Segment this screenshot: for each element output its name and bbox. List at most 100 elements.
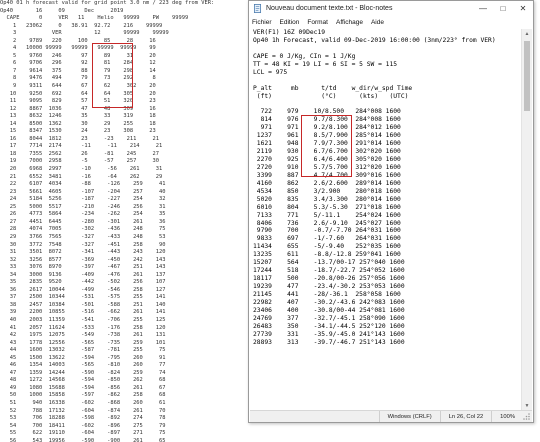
raw-line: 8 9476 494 79 73 292 8 xyxy=(0,75,156,82)
editor-line: 27739 331 -35.9/-45.0 241°143 1600 xyxy=(253,330,405,338)
raw-line: 9 9311 644 67 62 302 20 xyxy=(0,83,156,90)
editor-line: 2720 910 5.7/5.700 312°020 1600 xyxy=(253,163,401,171)
editor-line: 6010 804 5.3/-5.30 271°018 1600 xyxy=(253,203,401,211)
raw-line: 51 940 16338 -602 -868 260 61 xyxy=(0,399,166,406)
raw-line: CAPE 0 VER 11 Helio 99999 PW 99999 xyxy=(0,15,189,22)
raw-line: 45 1500 13622 -594 -795 260 91 xyxy=(0,354,166,361)
status-bar: Windows (CRLF) Ln 26, Col 22 100% xyxy=(250,410,532,422)
raw-line: Op40 16 09 Dec 2019 xyxy=(0,7,124,14)
raw-line: 1 23062 0 38.91 92.72 216 99999 xyxy=(0,22,163,29)
raw-line: 19 7000 2958 -5 -57 257 30 xyxy=(0,158,160,165)
raw-line: 12 8867 1036 47 48 309 16 xyxy=(0,105,156,112)
raw-line: 24 5184 5256 -187 -227 254 32 xyxy=(0,196,166,203)
editor-line: 1621 948 7.9/7.300 291°014 1600 xyxy=(253,140,401,148)
status-line-endings: Windows (CRLF) xyxy=(378,411,440,422)
menu-view[interactable]: Affichage xyxy=(336,19,363,26)
raw-line: 21 6552 3481 -16 -64 262 29 xyxy=(0,173,163,180)
notepad-app-icon xyxy=(253,4,262,13)
notepad-window[interactable]: Nouveau document texte.txt - Bloc-notes … xyxy=(248,0,534,423)
maximize-icon[interactable]: □ xyxy=(493,1,513,16)
menu-format[interactable]: Format xyxy=(307,19,328,26)
editor-line: 5020 835 3.4/3.300 280°014 1600 xyxy=(253,195,401,203)
raw-line: 54 700 18411 -602 -896 275 79 xyxy=(0,422,166,429)
raw-line: 18 7355 2562 26 -81 245 27 xyxy=(0,150,160,157)
raw-line: 2 9789 220 100 85 28 16 xyxy=(0,37,156,44)
raw-line: 35 2835 9520 -442 -502 256 107 xyxy=(0,279,166,286)
raw-line: 26 4773 5864 -234 -262 254 35 xyxy=(0,211,166,218)
editor-line: 21145 441 -28/-36.1 258°058 1600 xyxy=(253,290,401,298)
resize-grip-icon[interactable] xyxy=(523,412,531,421)
editor-line: 2270 925 6.4/6.400 305°020 1600 xyxy=(253,156,401,163)
editor-line: 19239 477 -23.4/-30.2 253°053 1600 xyxy=(253,283,405,290)
raw-line: 7 9614 375 88 79 298 14 xyxy=(0,67,156,74)
raw-line: 31 3501 8072 -341 -443 243 120 xyxy=(0,249,166,256)
raw-line: 6 9706 296 92 81 284 12 xyxy=(0,60,156,67)
raw-line: 41 2057 11624 -533 -176 258 120 xyxy=(0,324,166,331)
editor-line: 3399 887 4.7/4.700 309°016 1600 xyxy=(253,171,401,179)
editor-line: 971 971 9.2/8.100 284°012 1600 xyxy=(253,124,401,132)
menu-file[interactable]: Fichier xyxy=(252,19,272,26)
editor-line: 15207 564 -13.7/00-17 257°040 1600 xyxy=(253,259,405,267)
raw-line: 46 1354 14003 -565 -810 260 77 xyxy=(0,362,166,369)
raw-line: 53 706 18288 -598 -892 274 78 xyxy=(0,415,166,422)
raw-line: 56 543 19956 -590 -900 261 65 xyxy=(0,437,166,442)
raw-line: 42 1975 12075 -549 -738 261 131 xyxy=(0,332,166,339)
raw-line: 15 8347 1530 24 23 308 23 xyxy=(0,128,156,135)
raw-line: 32 3256 8577 -369 -450 242 143 xyxy=(0,256,166,263)
editor-line: 28893 313 -39.7/-46.7 251°143 1600 xyxy=(253,338,405,346)
editor-line: 4160 862 2.6/2.600 289°014 1600 xyxy=(253,179,401,187)
menu-help[interactable]: Aide xyxy=(371,19,384,26)
editor-line: 18117 500 -20.8/00-26 257°056 1600 xyxy=(253,275,405,283)
editor-line: 4534 850 3/2.900 280°018 1600 xyxy=(253,187,401,195)
editor-line: 26483 350 -34.1/-44.5 252°120 1600 xyxy=(253,322,405,330)
editor-line: 13235 611 -8.8/-12.8 259°041 1600 xyxy=(253,251,401,259)
vertical-scrollbar[interactable]: ▲ ▼ xyxy=(521,29,532,411)
editor-line: 17244 518 -18.7/-22.7 254°052 1600 xyxy=(253,267,405,275)
editor-line: CAPE = 0 J/Kg, CIn = 1 J/Kg xyxy=(253,52,356,60)
raw-line: 28 4074 7005 -302 -436 248 75 xyxy=(0,226,166,233)
raw-line: 23 5661 4605 -107 -204 257 40 xyxy=(0,188,166,195)
editor-line: 7133 771 5/-11.1 254°024 1600 xyxy=(253,211,401,219)
text-editor[interactable]: VER(F1) 16Z 09Dec19 Op40 1h Forecast, val… xyxy=(250,29,522,411)
raw-line: 29 3766 7565 -327 -433 248 53 xyxy=(0,233,166,240)
raw-line: 30 3772 7548 -327 -451 258 90 xyxy=(0,241,166,248)
scroll-thumb[interactable] xyxy=(524,41,530,111)
close-icon[interactable]: ✕ xyxy=(513,1,533,16)
editor-line: TT = 48 KI = 19 LI = 6 SI = 5 SW = 115 xyxy=(253,60,398,68)
raw-line: 40 2003 11359 -541 -706 255 125 xyxy=(0,316,166,323)
scroll-up-icon[interactable]: ▲ xyxy=(522,29,532,39)
raw-line: 39 2200 10855 -516 -662 261 141 xyxy=(0,309,166,316)
raw-line: 36 2617 10044 -499 -546 258 127 xyxy=(0,286,166,293)
raw-line: 16 8044 1812 23 -23 211 21 xyxy=(0,135,160,142)
status-zoom: 100% xyxy=(491,411,523,422)
editor-line: VER(F1) 16Z 09Dec19 xyxy=(253,29,326,36)
editor-line: 1237 961 8.5/7.900 285°014 1600 xyxy=(253,132,401,140)
raw-line: 27 4451 6445 -280 -301 261 36 xyxy=(0,218,166,225)
editor-line: LCL = 975 xyxy=(253,68,288,76)
raw-line: 13 8632 1246 35 33 319 18 xyxy=(0,113,156,120)
raw-line: 10 9250 692 64 64 305 20 xyxy=(0,90,156,97)
editor-line: P_alt mb t/td w_dir/w_spd Time xyxy=(253,84,413,92)
raw-forecast-text: Op40 01 h forecast valid for grid point … xyxy=(0,0,250,442)
raw-line: 3 VER 12 99999 99999 xyxy=(0,30,169,37)
raw-line: 17 7714 2174 -11 -11 214 21 xyxy=(0,143,163,150)
raw-line: 14 8500 1362 30 29 255 18 xyxy=(0,120,156,127)
editor-line: (ft) (°C) (kts) (UTC) xyxy=(253,92,409,100)
status-cursor-position: Ln 26, Col 22 xyxy=(439,411,491,422)
editor-line: Op40 1h Forecast, valid 09-Dec-2019 16:0… xyxy=(253,36,496,44)
raw-line: 47 1359 14244 -590 -824 259 74 xyxy=(0,369,166,376)
raw-line: 37 2500 10344 -531 -575 255 141 xyxy=(0,294,166,301)
editor-line: 22982 407 -30.2/-43.6 242°083 1600 xyxy=(253,298,405,306)
minimize-icon[interactable]: — xyxy=(473,1,493,16)
raw-line: 43 1778 12556 -565 -735 259 101 xyxy=(0,339,166,346)
raw-line: 38 2457 10384 -501 -588 251 140 xyxy=(0,301,166,308)
raw-line: 44 1600 13032 -587 -781 255 75 xyxy=(0,347,166,354)
raw-line: 33 3076 8970 -397 -467 251 143 xyxy=(0,264,166,271)
raw-line: 52 788 17132 -604 -874 261 70 xyxy=(0,407,166,414)
editor-text[interactable]: VER(F1) 16Z 09Dec19 Op40 1h Forecast, val… xyxy=(250,29,522,347)
raw-line: 22 6107 4034 -88 -126 259 41 xyxy=(0,181,166,188)
title-bar[interactable]: Nouveau document texte.txt - Bloc-notes … xyxy=(249,1,533,16)
menu-edit[interactable]: Edition xyxy=(280,19,300,26)
